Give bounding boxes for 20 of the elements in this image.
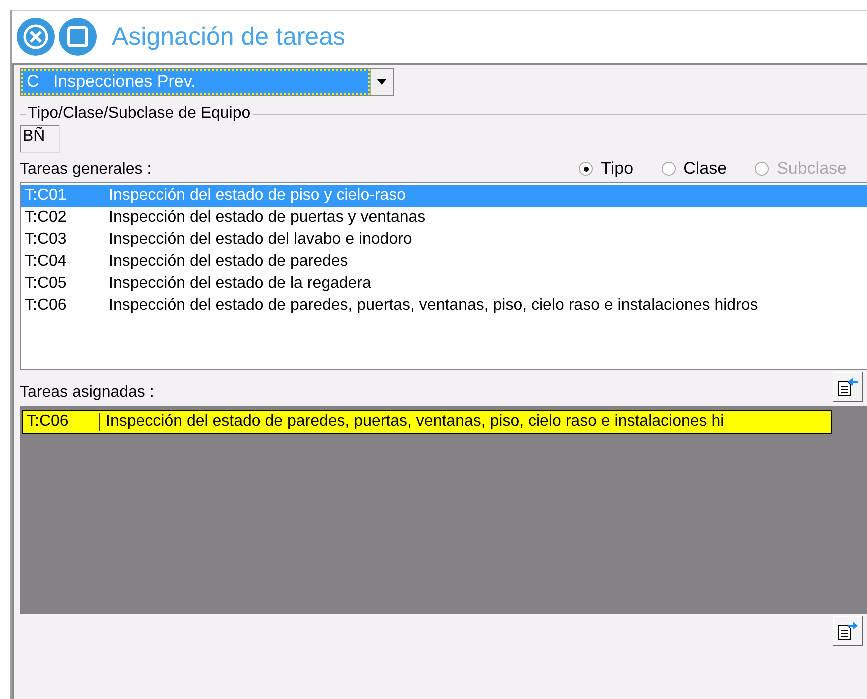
maximize-icon[interactable] — [58, 17, 98, 57]
assign-button[interactable] — [833, 372, 863, 402]
task-row[interactable]: T:C05 Inspección del estado de la regadera — [21, 273, 867, 295]
general-tasks-label: Tareas generales : — [20, 161, 152, 179]
assigned-tasks-label: Tareas asignadas : — [20, 384, 154, 402]
task-row[interactable]: T:C03 Inspección del estado del lavabo e inodoro — [21, 229, 867, 251]
unassign-button[interactable] — [833, 616, 863, 646]
group-legend: Tipo/Clase/Subclase de Equipo — [26, 104, 253, 124]
window-title: Asignación de tareas — [112, 22, 346, 52]
task-row[interactable]: T:C04 Inspección del estado de paredes — [21, 251, 867, 273]
document-arrow-icon — [837, 377, 859, 397]
radio-option[interactable]: Tipo — [579, 159, 634, 179]
close-icon[interactable] — [16, 17, 56, 57]
task-row[interactable]: T:C02 Inspección del estado de puertas y ventanas — [21, 207, 867, 229]
task-row[interactable]: T:C06 Inspección del estado de paredes, puertas, ventanas, piso, cielo raso e instalaciones hi — [22, 410, 832, 434]
caret-icon — [377, 79, 387, 85]
document-arrow-icon — [837, 621, 859, 641]
task-row[interactable]: T:C06 Inspección del estado de paredes, puertas, ventanas, piso, cielo raso e instalaciones hidros — [21, 295, 867, 317]
radio-option[interactable]: Clase — [662, 159, 728, 179]
equipment-field[interactable]: BÑ — [20, 125, 60, 153]
